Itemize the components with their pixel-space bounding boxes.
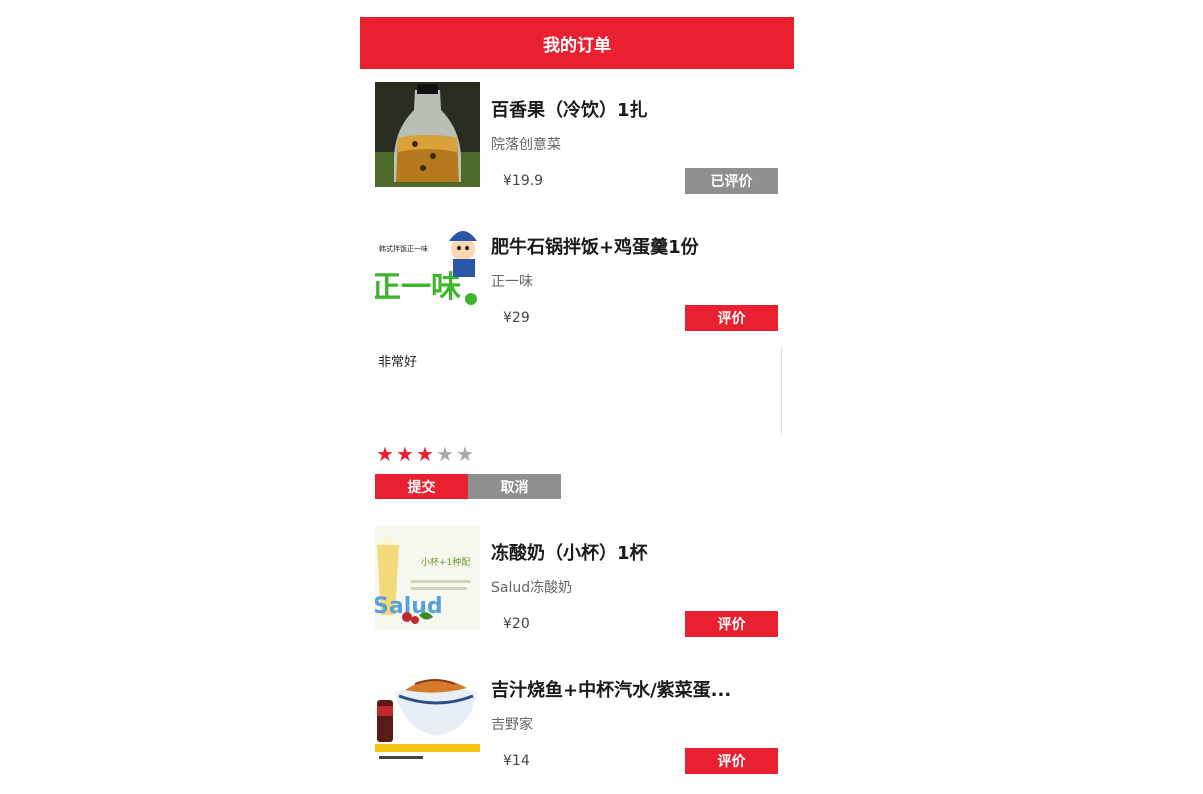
order-title: 冻酸奶（小杯）1杯 <box>491 543 648 564</box>
shop-name: 吉野家 <box>491 717 533 733</box>
star-icon[interactable]: ★ <box>375 443 395 465</box>
review-text-input[interactable]: 非常好 <box>375 347 782 434</box>
order-price: ¥14 <box>503 753 530 769</box>
star-icon[interactable]: ★ <box>415 443 435 465</box>
shop-name: 院落创意菜 <box>491 137 561 153</box>
submit-review-button[interactable]: 提交 <box>375 474 468 499</box>
thumb-caption-text: 韩式拌饭正一味 <box>379 244 428 253</box>
order-title: 吉汁烧鱼+中杯汽水/紫菜蛋... <box>491 680 732 701</box>
review-button[interactable]: 评价 <box>685 748 778 774</box>
product-image-frozen-yogurt: 小杯+1种配 Salud <box>375 525 480 630</box>
thumb-caption-text: 小杯+1种配 <box>421 556 470 568</box>
product-image-grilled-fish-bowl <box>375 662 480 767</box>
order-title: 肥牛石锅拌饭+鸡蛋羹1份 <box>491 237 699 258</box>
orders-screen: 我的订单 百香果（冷饮）1扎 院落创意菜 ¥19.9 已评价 韩式拌饭正一味 正… <box>360 0 794 794</box>
review-button[interactable]: 评价 <box>685 305 778 331</box>
product-image-passionfruit-drink <box>375 82 480 187</box>
review-button[interactable]: 评价 <box>685 611 778 637</box>
thumb-logo-text: 正一味 <box>375 270 461 305</box>
shop-name: 正一味 <box>491 274 533 290</box>
star-rating[interactable]: ★ ★ ★ ★ ★ <box>375 443 475 465</box>
order-title: 百香果（冷饮）1扎 <box>491 100 648 121</box>
star-icon[interactable]: ★ <box>395 443 415 465</box>
page-title: 我的订单 <box>360 17 794 69</box>
star-icon[interactable]: ★ <box>435 443 455 465</box>
order-price: ¥20 <box>503 616 530 632</box>
rated-button[interactable]: 已评价 <box>685 168 778 194</box>
order-price: ¥29 <box>503 310 530 326</box>
cancel-review-button[interactable]: 取消 <box>468 474 561 499</box>
shop-name: Salud冻酸奶 <box>491 580 573 596</box>
star-icon[interactable]: ★ <box>455 443 475 465</box>
product-image-zhengyiwei-logo: 韩式拌饭正一味 正一味 <box>375 219 480 324</box>
order-price: ¥19.9 <box>503 173 544 189</box>
